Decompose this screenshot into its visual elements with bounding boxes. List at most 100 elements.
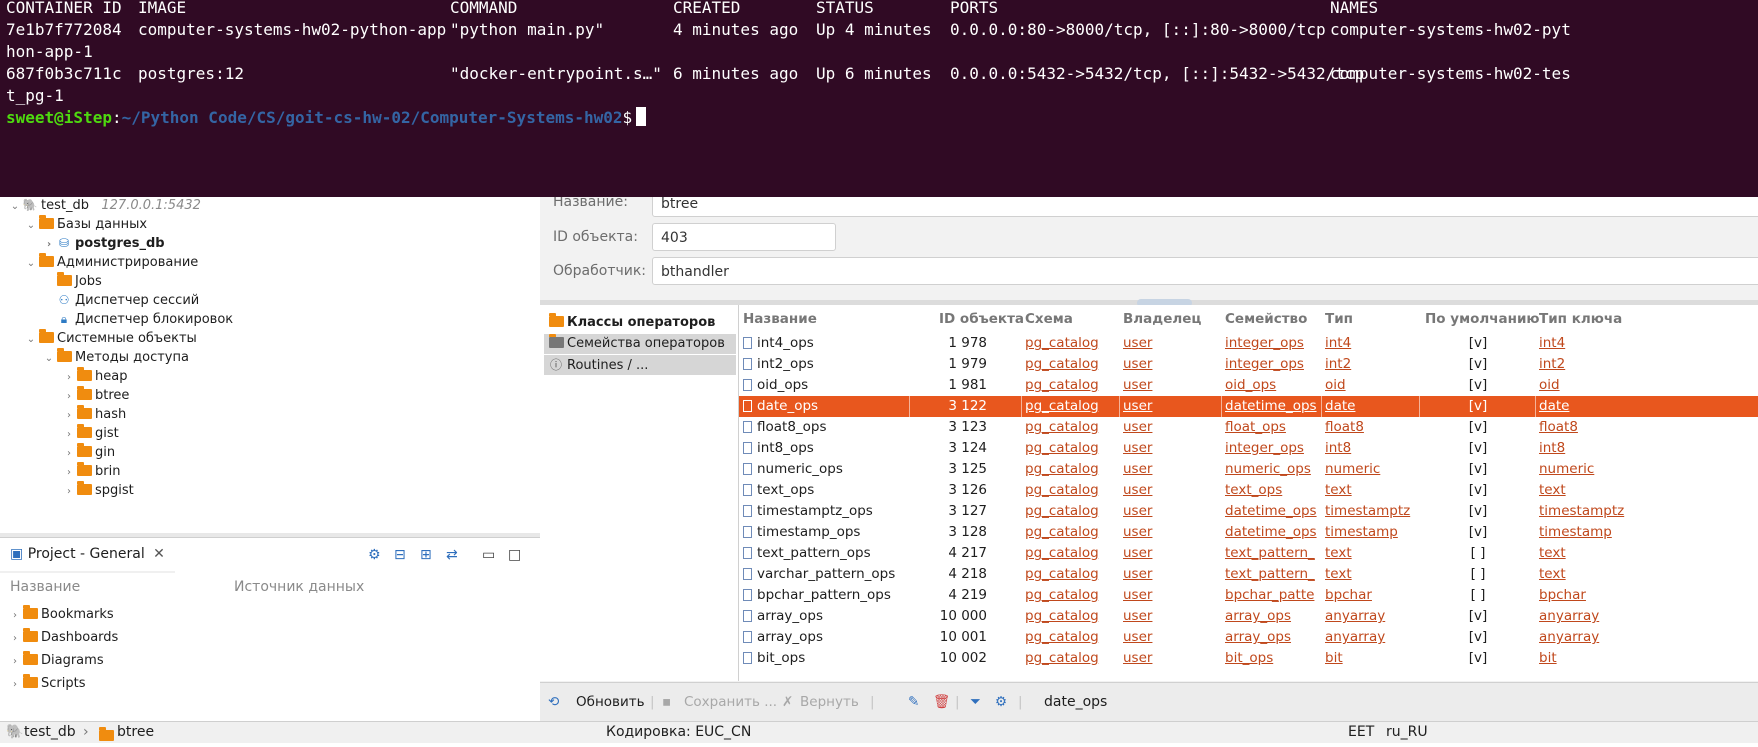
cell-owner[interactable]: user [1123,543,1213,564]
cell-schema[interactable]: pg_catalog [1025,627,1115,648]
cell-type[interactable]: numeric [1325,459,1417,480]
col-header-type[interactable]: Тип [1325,305,1353,333]
close-icon[interactable]: ✕ [153,546,165,562]
cell-type[interactable]: oid [1325,375,1417,396]
cell-family[interactable]: datetime_ops [1225,501,1317,522]
handler-field[interactable]: bthandler [652,257,1758,285]
table-row[interactable]: int2_ops 1 979 pg_catalog user integer_ops in… [739,354,1758,375]
save-icon[interactable]: ▪ [662,683,671,721]
cell-owner[interactable]: user [1123,606,1213,627]
cell-key[interactable]: anyarray [1539,627,1739,648]
cell-family[interactable]: integer_ops [1225,438,1317,459]
col-header-id[interactable]: ID объекта [939,305,1024,333]
cell-key[interactable]: bit [1539,648,1739,669]
cell-schema[interactable]: pg_catalog [1025,585,1115,606]
cell-schema[interactable]: pg_catalog [1025,480,1115,501]
cell-key[interactable]: timestamp [1539,522,1739,543]
cell-owner[interactable]: user [1123,333,1213,354]
cell-schema[interactable]: pg_catalog [1025,375,1115,396]
tab-operator-families[interactable]: Семейства операторов [544,334,736,354]
cell-type[interactable]: int8 [1325,438,1417,459]
delete-icon[interactable]: 🗑︎ [933,683,950,721]
cell-owner[interactable]: user [1123,396,1213,417]
minimize-icon[interactable]: ▭ [482,547,495,563]
cell-owner[interactable]: user [1123,522,1213,543]
cell-family[interactable]: datetime_ops [1225,522,1317,543]
cell-type[interactable]: text [1325,564,1417,585]
cell-key[interactable]: oid [1539,375,1739,396]
refresh-icon[interactable]: ⟲ [548,683,559,721]
cell-owner[interactable]: user [1123,648,1213,669]
cell-owner[interactable]: user [1123,480,1213,501]
cell-schema[interactable]: pg_catalog [1025,438,1115,459]
cell-key[interactable]: date [1539,396,1739,417]
cell-owner[interactable]: user [1123,627,1213,648]
cell-schema[interactable]: pg_catalog [1025,606,1115,627]
revert-icon[interactable]: ✗ [782,683,793,721]
cell-family[interactable]: text_pattern_ [1225,543,1317,564]
table-row[interactable]: timestamptz_ops 3 127 pg_catalog user dateti… [739,501,1758,522]
cell-family[interactable]: float_ops [1225,417,1317,438]
expand-arrow-icon[interactable]: › [8,605,22,626]
cell-type[interactable]: float8 [1325,417,1417,438]
tree-method-spgist[interactable]: › spgist [62,480,134,501]
col-header-default[interactable]: По умолчанию [1425,305,1540,333]
table-row[interactable]: oid_ops 1 981 pg_catalog user oid_ops oid [v] o… [739,375,1758,396]
tab-routines[interactable]: ⓘ Routines / ... [544,355,736,375]
collapse-arrow-icon[interactable]: ⌄ [24,215,38,236]
cell-owner[interactable]: user [1123,354,1213,375]
cell-family[interactable]: array_ops [1225,606,1317,627]
col-header-key-type[interactable]: Тип ключа [1539,305,1622,333]
cell-schema[interactable]: pg_catalog [1025,396,1115,417]
cell-key[interactable]: timestamptz [1539,501,1739,522]
cell-type[interactable]: int2 [1325,354,1417,375]
tree-admin-lock-manager[interactable]: 🔒︎ Диспетчер блокировок [56,309,233,330]
tree-administration[interactable]: ⌄ Администрирование [24,252,198,273]
cell-key[interactable]: bpchar [1539,585,1739,606]
cell-family[interactable]: integer_ops [1225,354,1317,375]
revert-button[interactable]: Вернуть [800,683,859,721]
tree-method-heap[interactable]: › heap [62,366,127,387]
col-header-owner[interactable]: Владелец [1123,305,1201,333]
cell-owner[interactable]: user [1123,375,1213,396]
col-header-name[interactable]: Название [743,305,817,333]
settings-gear-icon[interactable]: ⚙ [995,683,1007,721]
cell-family[interactable]: numeric_ops [1225,459,1317,480]
tree-database-postgres-db[interactable]: › ⛁ postgres_db [42,233,165,254]
cell-family[interactable]: text_ops [1225,480,1317,501]
breadcrumb-object[interactable]: btree [117,722,154,743]
cell-owner[interactable]: user [1123,501,1213,522]
table-row[interactable]: text_ops 3 126 pg_catalog user text_ops text [… [739,480,1758,501]
cell-schema[interactable]: pg_catalog [1025,459,1115,480]
link-with-editor-icon[interactable]: ⇄ [446,547,458,563]
project-tab[interactable]: ▣ Project - General ✕ [0,538,175,573]
expand-all-icon[interactable]: ⊞ [420,547,432,563]
gear-icon[interactable]: ⚙ [368,547,381,563]
cell-key[interactable]: int8 [1539,438,1739,459]
operator-classes-table[interactable]: Название ID объекта Схема Владелец Семей… [739,305,1758,681]
cell-schema[interactable]: pg_catalog [1025,543,1115,564]
cell-family[interactable]: array_ops [1225,627,1317,648]
project-bookmarks[interactable]: › Bookmarks [8,604,114,625]
cell-key[interactable]: text [1539,480,1739,501]
cell-schema[interactable]: pg_catalog [1025,564,1115,585]
tree-method-gist[interactable]: › gist [62,423,119,444]
tree-method-hash[interactable]: › hash [62,404,126,425]
cell-schema[interactable]: pg_catalog [1025,648,1115,669]
tree-system-objects[interactable]: ⌄ Системные объекты [24,328,197,349]
collapse-arrow-icon[interactable]: ⌄ [8,197,22,217]
table-row[interactable]: array_ops 10 001 pg_catalog user array_ops an… [739,627,1758,648]
cell-schema[interactable]: pg_catalog [1025,354,1115,375]
table-row[interactable]: text_pattern_ops 4 217 pg_catalog user text_… [739,543,1758,564]
shell-prompt[interactable]: sweet@iStep:~/Python Code/CS/goit-cs-hw-… [6,107,647,129]
cell-key[interactable]: int4 [1539,333,1739,354]
cell-type[interactable]: text [1325,543,1417,564]
cell-schema[interactable]: pg_catalog [1025,501,1115,522]
cell-schema[interactable]: pg_catalog [1025,417,1115,438]
name-field[interactable]: btree [652,197,1758,217]
expand-arrow-icon[interactable]: › [8,674,22,695]
table-row[interactable]: int8_ops 3 124 pg_catalog user integer_ops in… [739,438,1758,459]
tree-method-gin[interactable]: › gin [62,442,115,463]
cell-schema[interactable]: pg_catalog [1025,522,1115,543]
collapse-all-icon[interactable]: ⊟ [394,547,406,563]
